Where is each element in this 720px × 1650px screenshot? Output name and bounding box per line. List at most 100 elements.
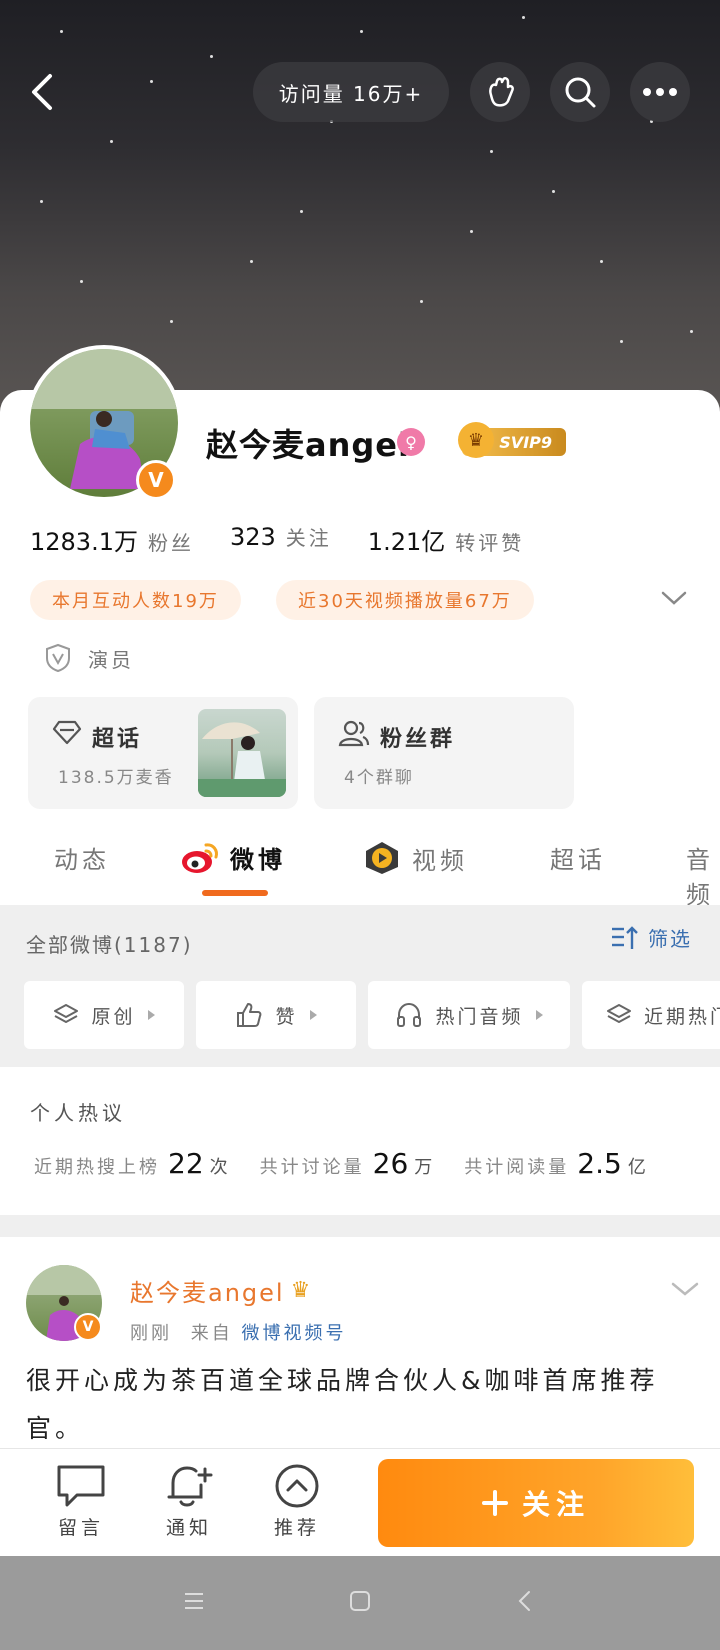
crown-icon: ♛ — [458, 422, 494, 458]
stat-num: 1.21亿 — [367, 528, 446, 556]
star — [60, 30, 63, 33]
expand-chevron-button[interactable] — [660, 588, 688, 608]
tab-dynamics[interactable]: 动态 — [54, 840, 110, 875]
triangle-right-icon — [535, 1010, 543, 1020]
super-topic-sub: 138.5万麦香 — [58, 768, 174, 788]
stat-label: 粉丝 — [147, 531, 194, 555]
role-label: 演员 — [88, 647, 134, 672]
tab-weibo[interactable]: 微博 — [180, 840, 286, 875]
stat-followers[interactable]: 1283.1万 粉丝 — [30, 522, 194, 557]
recommend-label: 推荐 — [273, 1517, 320, 1539]
star — [690, 330, 693, 333]
hot-stat-trending[interactable]: 近期热搜上榜 22 次 — [34, 1147, 228, 1180]
stat-num: 323 — [229, 523, 276, 551]
fan-group-sub: 4个群聊 — [344, 768, 414, 788]
top-bar: 访问量 16万+ — [0, 62, 720, 122]
filter-chip-liked[interactable]: 赞 — [196, 981, 356, 1049]
weibo-post[interactable]: V 赵今麦angel ♛ 刚刚 来自 微博视频号 很开心成为茶百道全球品牌合伙人… — [0, 1237, 720, 1449]
filter-button[interactable]: 筛选 — [610, 923, 692, 952]
hot-stat-num: 2.5 — [577, 1147, 622, 1180]
follow-button[interactable]: 关注 — [378, 1459, 694, 1547]
video-plays-chip[interactable]: 近30天视频播放量67万 — [276, 580, 534, 620]
filter-chip-original[interactable]: 原创 — [24, 981, 184, 1049]
notify-button[interactable]: 通知 — [144, 1463, 234, 1540]
post-meta: 刚刚 来自 微博视频号 — [130, 1319, 346, 1345]
monthly-interaction-chip[interactable]: 本月互动人数19万 — [30, 580, 241, 620]
fan-group-card[interactable]: 粉丝群 4个群聊 — [314, 697, 574, 809]
bell-plus-icon — [167, 1466, 213, 1507]
filter-chip-label: 热门音频 — [435, 1005, 524, 1028]
stat-num: 1283.1万 — [30, 528, 138, 556]
tab-label: 音频 — [686, 846, 714, 909]
chevron-down-icon — [661, 591, 687, 605]
post-menu-button[interactable] — [670, 1279, 700, 1303]
super-topic-thumbnail — [198, 709, 286, 797]
post-author-row[interactable]: 赵今麦angel ♛ — [130, 1273, 312, 1308]
menu-icon[interactable] — [182, 1589, 206, 1613]
stat-label: 关注 — [285, 526, 332, 550]
search-button[interactable] — [550, 62, 610, 122]
crown-icon: ♛ — [290, 1278, 313, 1303]
star — [470, 230, 473, 233]
hot-stat-unit: 亿 — [627, 1157, 646, 1178]
filter-chip-hot-audio[interactable]: 热门音频 — [368, 981, 570, 1049]
verified-v-badge: V — [74, 1313, 102, 1341]
post-source-link[interactable]: 微博视频号 — [241, 1323, 346, 1344]
super-topic-card[interactable]: 超话 138.5万麦香 — [28, 697, 298, 809]
feed-filter-area: 全部微博(1187) 筛选 原创 赞 热门音频 近期热 — [0, 905, 720, 1067]
verified-v-badge: V — [136, 460, 176, 500]
hot-stat-unit: 万 — [414, 1157, 433, 1178]
filter-label: 筛选 — [648, 927, 692, 951]
comment-button[interactable]: 留言 — [36, 1463, 126, 1540]
thumbs-up-icon — [237, 1003, 262, 1027]
tab-label: 微博 — [230, 846, 286, 874]
fan-group-title: 粉丝群 — [380, 727, 456, 752]
profile-name: 赵今麦angel — [206, 426, 410, 464]
more-dots-icon — [643, 88, 677, 96]
role-row: 演员 — [44, 643, 134, 673]
plus-icon — [481, 1490, 508, 1516]
headphones-icon — [397, 1002, 422, 1027]
thumbnail-illustration — [198, 722, 286, 797]
tab-audio[interactable]: 音频 — [686, 840, 720, 910]
hot-stat-unit: 次 — [209, 1157, 228, 1178]
back-arrow-icon — [32, 74, 52, 110]
more-button[interactable] — [630, 62, 690, 122]
profile-tabs: 动态 微博 视频 超话 音频 — [0, 830, 720, 909]
follow-label: 关注 — [521, 1488, 590, 1521]
tab-super-topic[interactable]: 超话 — [550, 840, 606, 875]
star — [110, 140, 113, 143]
post-text: 很开心成为茶百道全球品牌合伙人&咖啡首席推荐官。 — [26, 1366, 659, 1443]
tab-video[interactable]: 视频 — [362, 840, 468, 876]
hot-stat-num: 26 — [372, 1147, 409, 1180]
back-button[interactable] — [22, 70, 66, 114]
star — [40, 200, 43, 203]
hot-stat-label: 近期热搜上榜 — [34, 1157, 160, 1178]
layers-icon — [54, 1004, 79, 1023]
filter-chip-recent-hot[interactable]: 近期热门 — [582, 981, 720, 1049]
search-icon — [565, 77, 596, 108]
hot-stat-discussions[interactable]: 共计讨论量 26 万 — [260, 1147, 433, 1180]
interact-button[interactable] — [470, 62, 530, 122]
star — [170, 320, 173, 323]
active-tab-indicator — [202, 890, 268, 896]
recommend-button[interactable]: 推荐 — [252, 1463, 342, 1540]
stat-label: 转评赞 — [455, 531, 525, 555]
layers-icon — [607, 1004, 631, 1023]
post-time: 刚刚 — [130, 1323, 172, 1344]
profile-stats: 1283.1万 粉丝 323 关注 1.21亿 转评赞 — [30, 522, 560, 557]
chevron-up-circle-icon — [275, 1464, 319, 1508]
home-square-icon[interactable] — [348, 1589, 372, 1613]
hot-stat-reads[interactable]: 共计阅读量 2.5 亿 — [464, 1147, 646, 1180]
filter-chip-label: 近期热门 — [644, 1005, 720, 1028]
stat-following[interactable]: 323 关注 — [230, 522, 332, 557]
visit-count-pill[interactable]: 访问量 16万+ — [253, 62, 449, 122]
comment-label: 留言 — [57, 1517, 104, 1539]
star — [250, 260, 253, 263]
triangle-right-icon — [309, 1010, 317, 1020]
stat-reposts-comments-likes[interactable]: 1.21亿 转评赞 — [368, 522, 524, 557]
video-play-icon — [366, 842, 398, 874]
star — [620, 340, 623, 343]
back-nav-icon[interactable] — [514, 1589, 538, 1613]
svip-label: SVIP9 — [499, 432, 552, 452]
